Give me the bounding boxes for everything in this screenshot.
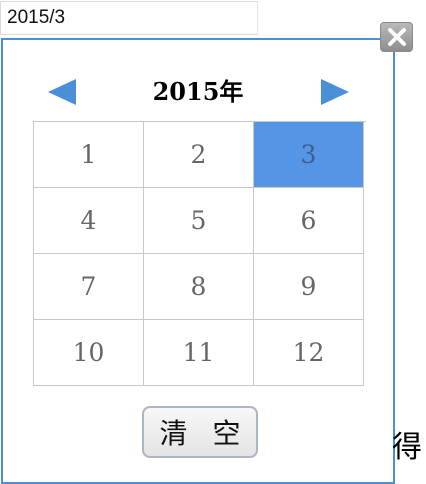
month-cell-2[interactable]: 2 (144, 122, 254, 188)
close-button[interactable] (380, 22, 413, 52)
month-cell-7[interactable]: 7 (34, 254, 144, 320)
picker-header: 2015年 (3, 74, 393, 110)
month-cell-8[interactable]: 8 (144, 254, 254, 320)
month-cell-1[interactable]: 1 (34, 122, 144, 188)
date-input[interactable] (0, 1, 258, 35)
month-cell-5[interactable]: 5 (144, 188, 254, 254)
month-cell-4[interactable]: 4 (34, 188, 144, 254)
clear-button[interactable]: 清 空 (142, 406, 258, 458)
month-grid: 1 2 3 4 5 6 7 8 9 10 11 12 (33, 121, 366, 386)
month-cell-6[interactable]: 6 (254, 188, 364, 254)
month-cell-3-selected[interactable]: 3 (254, 122, 364, 188)
next-year-button[interactable] (319, 78, 351, 106)
month-cell-12[interactable]: 12 (254, 320, 364, 386)
month-cell-10[interactable]: 10 (34, 320, 144, 386)
month-cell-9[interactable]: 9 (254, 254, 364, 320)
triangle-right-icon (321, 79, 349, 105)
background-page-text: 得 (392, 430, 422, 465)
month-picker-panel: 2015年 1 2 3 4 5 6 7 8 9 10 11 12 清 空 (1, 38, 395, 484)
month-cell-11[interactable]: 11 (144, 320, 254, 386)
close-icon (387, 28, 406, 46)
